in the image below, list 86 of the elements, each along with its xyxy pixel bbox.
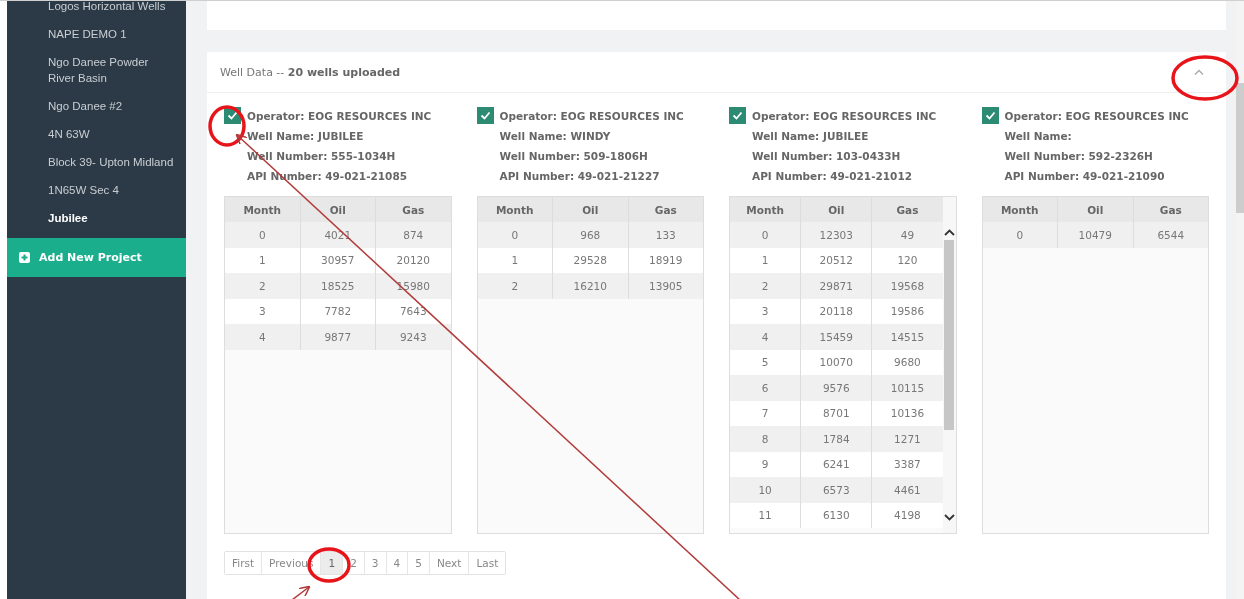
checkbox[interactable] bbox=[981, 107, 999, 124]
table-cell: 18525 bbox=[300, 273, 376, 299]
sidebar-item[interactable]: Ngo Danee #2 bbox=[48, 92, 178, 120]
sidebar-item[interactable]: Logos Horizontal Wells bbox=[48, 1, 178, 20]
table-cell: 1784 bbox=[801, 426, 873, 452]
checkmark-icon bbox=[227, 111, 238, 120]
table-cell: 29871 bbox=[801, 273, 873, 299]
annotation-circle bbox=[1171, 55, 1239, 101]
table-cell-text: 13905 bbox=[648, 278, 684, 294]
table-cell: 10 bbox=[730, 477, 802, 503]
table-cell-text: 14515 bbox=[889, 329, 926, 345]
checkbox[interactable] bbox=[476, 107, 494, 124]
table-cell-text: 6544 bbox=[1156, 227, 1186, 243]
table-cell-text: 10115 bbox=[889, 380, 926, 396]
table-cell: 10479 bbox=[1058, 222, 1134, 248]
column-header: Gas bbox=[895, 202, 920, 218]
operator-text: Operator: EOG RESOURCES INC bbox=[499, 109, 684, 124]
add-project-button[interactable]: Add New Project bbox=[7, 238, 186, 277]
column-header: Gas bbox=[401, 202, 426, 218]
sidebar-item[interactable]: Block 39- Upton Midland bbox=[48, 148, 178, 176]
table-cell-text: 120 bbox=[896, 253, 919, 269]
table-cell-text: 10136 bbox=[889, 406, 926, 422]
well-number-text: Well Number: 509-1806H bbox=[499, 149, 649, 164]
sidebar-item[interactable]: Jubilee bbox=[48, 204, 178, 232]
table-cell-text: 9680 bbox=[893, 355, 922, 371]
table-cell: 2 bbox=[730, 273, 802, 299]
table-cell: 9576 bbox=[801, 375, 873, 401]
table-cell: 6 bbox=[730, 375, 802, 401]
table-cell: 0 bbox=[730, 222, 802, 248]
table-cell: 0 bbox=[477, 222, 553, 248]
table-cell-text: 4461 bbox=[893, 482, 922, 498]
panel-title: Well Data -- 20 wells uploaded bbox=[220, 65, 401, 79]
table-cell: 6130 bbox=[801, 502, 873, 528]
operator-text: Operator: EOG RESOURCES INC bbox=[247, 109, 432, 124]
api-number-text: API Number: 49-021-21227 bbox=[499, 169, 661, 184]
table-cell: 4 bbox=[225, 324, 301, 350]
table-cell: 9877 bbox=[300, 324, 376, 350]
table-cell: 8 bbox=[730, 426, 802, 452]
table-cell: 11 bbox=[730, 502, 802, 528]
well-name-text: Well Name: JUBILEE bbox=[247, 129, 365, 144]
checkbox[interactable] bbox=[729, 107, 746, 124]
operator-text: Operator: EOG RESOURCES INC bbox=[752, 109, 937, 124]
table-cell-text: 49 bbox=[899, 227, 916, 243]
table-cell: 2 bbox=[477, 273, 553, 299]
well-number-text: Well Number: 592-2326H bbox=[1004, 149, 1154, 164]
checkmark-icon bbox=[732, 111, 743, 120]
well-number-text: Well Number: 103-0433H bbox=[752, 149, 902, 164]
api-number-text: API Number: 49-021-21012 bbox=[752, 169, 914, 184]
table-cell: 968 bbox=[553, 222, 629, 248]
well-name-text: Well Name: JUBILEE bbox=[752, 129, 870, 144]
scrollbar[interactable] bbox=[1236, 1, 1244, 599]
table-cell-text: 874 bbox=[402, 227, 425, 243]
table-cell-text: 1271 bbox=[893, 431, 922, 447]
table-cell-text: 3387 bbox=[893, 457, 922, 473]
well-name-text: Well Name: WINDY bbox=[499, 129, 612, 144]
annotation-circle bbox=[208, 105, 246, 147]
table-cell: 2 bbox=[225, 273, 301, 299]
table-cell: 15459 bbox=[801, 324, 873, 350]
table-cell-text: 7643 bbox=[398, 304, 428, 320]
table-cell-text: 18919 bbox=[648, 253, 684, 269]
table-cell: 4 bbox=[730, 324, 802, 350]
column-header: Gas bbox=[1158, 202, 1183, 218]
operator-text: Operator: EOG RESOURCES INC bbox=[1004, 109, 1189, 124]
table-cell: 0 bbox=[982, 222, 1058, 248]
pagination-button[interactable]: First bbox=[225, 552, 263, 574]
sidebar-item[interactable]: Ngo Danee Powder River Basin bbox=[48, 48, 178, 92]
table-cell-text: 9243 bbox=[398, 329, 428, 345]
column-header: Gas bbox=[653, 202, 678, 218]
sidebar-item[interactable]: 4N 63W bbox=[48, 120, 178, 148]
table-cell-text: 19568 bbox=[889, 278, 926, 294]
table-cell: 0 bbox=[225, 222, 301, 248]
table-cell: 16210 bbox=[553, 273, 629, 299]
sidebar-item[interactable]: NAPE DEMO 1 bbox=[48, 20, 178, 48]
table-cell: 6573 bbox=[801, 477, 873, 503]
checkmark-icon bbox=[984, 111, 996, 120]
sidebar-item[interactable]: 1N65W Sec 4 bbox=[48, 176, 178, 204]
api-number-text: API Number: 49-021-21090 bbox=[1004, 169, 1166, 184]
pagination-button[interactable]: 1 bbox=[321, 552, 344, 574]
table-cell: 12303 bbox=[801, 222, 873, 248]
well-name-text: Well Name: bbox=[1004, 129, 1073, 144]
plus-icon bbox=[19, 252, 30, 263]
table-cell-text: 133 bbox=[654, 227, 677, 243]
checkmark-icon bbox=[479, 111, 491, 120]
table-cell-text: 19586 bbox=[889, 304, 926, 320]
table-cell-text: 4198 bbox=[893, 508, 922, 524]
table-cell-text: 20120 bbox=[395, 253, 431, 269]
